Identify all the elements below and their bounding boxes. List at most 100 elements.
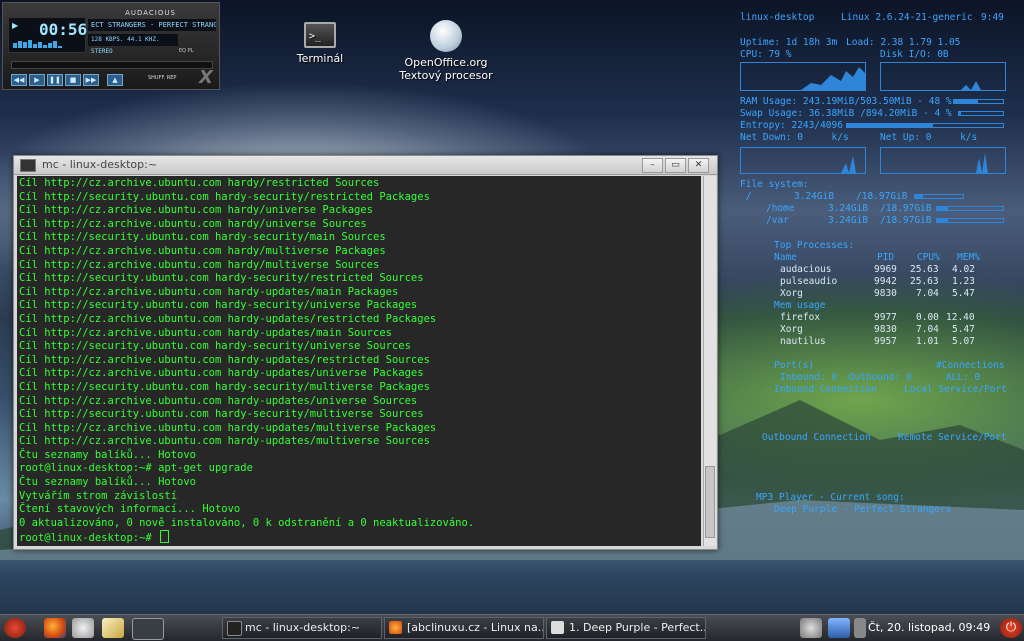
taskbar-task-firefox[interactable]: [abclinuxu.cz - Linux na... xyxy=(384,617,544,639)
disk-io-graph-plot xyxy=(881,81,1005,90)
fs-row-mount: /var xyxy=(766,215,789,226)
process-name: Xorg xyxy=(780,288,803,299)
terminal-line: Cíl http://security.ubuntu.com hardy-sec… xyxy=(19,380,430,393)
terminal-line: Cíl http://cz.archive.ubuntu.com hardy-u… xyxy=(19,353,430,366)
process-mem: 4.02 xyxy=(952,264,975,275)
process-name: pulseaudio xyxy=(780,276,838,287)
update-notifier-icon[interactable] xyxy=(854,618,866,638)
volume-icon[interactable] xyxy=(800,618,822,638)
network-icon[interactable] xyxy=(828,618,850,638)
conky-net-down: Net Down: 0 k/s xyxy=(740,132,849,143)
terminal-icon xyxy=(227,621,242,636)
disk-io-graph xyxy=(880,62,1006,91)
terminal-line: 0 aktualizováno, 0 nově instalováno, 0 k… xyxy=(19,516,475,529)
conky-hostname: linux-desktop xyxy=(740,12,815,23)
fs-row-used: 3.24GiB xyxy=(794,191,835,202)
eject-button[interactable]: ▲ xyxy=(107,74,123,86)
terminal-line: Cíl http://cz.archive.ubuntu.com hardy-u… xyxy=(19,421,437,434)
process-mem: 1.23 xyxy=(952,276,975,287)
net-down-graph xyxy=(740,147,866,174)
player-seek-bar[interactable] xyxy=(11,61,213,69)
terminal-output[interactable]: Cíl http://cz.archive.ubuntu.com hardy/r… xyxy=(17,176,701,546)
firefox-icon[interactable] xyxy=(44,618,66,638)
show-desktop-icon[interactable] xyxy=(132,618,164,640)
terminal-line: Cíl http://security.ubuntu.com hardy-sec… xyxy=(19,190,430,203)
terminal-line: Cíl http://cz.archive.ubuntu.com hardy-u… xyxy=(19,285,399,298)
process-mem: 5.07 xyxy=(952,336,975,347)
desktop-icon-openoffice-writer[interactable]: OpenOffice.org Textový procesor xyxy=(396,20,496,82)
window-titlebar[interactable]: mc - linux-desktop:~ – ▭ ✕ xyxy=(14,156,717,175)
previous-button[interactable]: ◀◀ xyxy=(11,74,27,86)
desktop-icon-label: Terminál xyxy=(296,52,344,65)
play-button[interactable]: ▶ xyxy=(29,74,45,86)
pause-button[interactable]: ❚❚ xyxy=(47,74,63,86)
conky-remote-service: Remote Service/Port xyxy=(898,432,1007,443)
conky-system-monitor: linux-desktop Linux 2.6.24-21-generic 9:… xyxy=(736,8,1022,528)
firefox-icon xyxy=(389,621,402,634)
terminal-prompt: root@linux-desktop:~# xyxy=(19,532,159,545)
taskbar-task-audacious[interactable]: 1. Deep Purple - Perfect... xyxy=(546,617,706,639)
maximize-button[interactable]: ▭ xyxy=(665,158,686,173)
fs-row-total: /18.97GiB xyxy=(880,215,932,226)
fs-row-used: 3.24GiB xyxy=(828,203,869,214)
scrollbar-thumb[interactable] xyxy=(705,466,715,538)
fs-row-used: 3.24GiB xyxy=(828,215,869,226)
conky-local-service: Local Service/Port xyxy=(904,384,1007,395)
cpu-graph xyxy=(740,62,866,91)
terminal-line: Cíl http://cz.archive.ubuntu.com hardy/r… xyxy=(19,177,380,189)
terminal-line: Cíl http://security.ubuntu.com hardy-sec… xyxy=(19,299,418,312)
player-eq-pl-toggles[interactable]: EQ PL xyxy=(179,48,194,54)
terminal-prompt-line[interactable]: root@linux-desktop:~# xyxy=(19,530,699,544)
close-button[interactable]: ✕ xyxy=(688,158,709,173)
process-cpu: 1.01 xyxy=(916,336,939,347)
player-song-title: ECT STRANGERS - PERFECT STRANGE xyxy=(88,19,216,31)
conky-entropy: Entropy: 2243/4096 xyxy=(740,120,843,131)
terminal-line: Čtu seznamy balíků... Hotovo xyxy=(19,476,197,489)
conky-mp3-label: MP3 Player - Current song: xyxy=(756,492,905,503)
conky-top-header: Top Processes: xyxy=(774,240,855,251)
power-icon[interactable]: ⏻ xyxy=(1000,618,1022,638)
task-label: mc - linux-desktop:~ xyxy=(245,621,361,634)
desktop-icon-terminal[interactable]: >_ Terminál xyxy=(288,22,352,65)
desktop-icon-label: OpenOffice.org Textový procesor xyxy=(399,56,493,82)
spectrum-visualizer xyxy=(13,40,79,48)
terminal-line: Cíl http://security.ubuntu.com hardy-sec… xyxy=(19,408,424,421)
window-title: mc - linux-desktop:~ xyxy=(42,158,158,171)
process-pid: 9830 xyxy=(874,288,897,299)
text-editor-icon[interactable] xyxy=(102,618,124,638)
shuffle-repeat-toggles[interactable]: SHUFF. REP xyxy=(148,75,176,81)
start-menu-icon[interactable] xyxy=(4,618,26,638)
conky-kernel: Linux 2.6.24-21-generic xyxy=(841,12,973,23)
terminal-line: Cíl http://cz.archive.ubuntu.com hardy/u… xyxy=(19,204,374,217)
terminal-line: Cíl http://cz.archive.ubuntu.com hardy-u… xyxy=(19,435,430,448)
minimize-button[interactable]: – xyxy=(642,158,663,173)
next-button[interactable]: ▶▶ xyxy=(83,74,99,86)
process-pid: 9977 xyxy=(874,312,897,323)
terminal-cursor xyxy=(160,530,170,544)
taskbar-task-terminal[interactable]: mc - linux-desktop:~ xyxy=(222,617,382,639)
process-cpu: 0.00 xyxy=(916,312,939,323)
conky-inbound-summary: Inbound: 0 Outbound: 0 ALL: 0 xyxy=(780,372,981,383)
audacious-player[interactable]: AUDACIOUS ▶ 00:56 ECT STRANGERS - PERFEC… xyxy=(2,2,220,90)
conky-disk-io: Disk I/O: 0B xyxy=(880,49,949,60)
terminal-window[interactable]: mc - linux-desktop:~ – ▭ ✕ Cíl http://cz… xyxy=(13,155,718,550)
conky-inbound-connection: Inbound Connection xyxy=(774,384,877,395)
terminal-scrollbar[interactable] xyxy=(703,176,716,546)
player-stream-info: 128 KBPS. 44.1 KHZ. STEREO xyxy=(88,34,178,55)
taskbar-clock[interactable]: Čt, 20. listopad, 09:49 xyxy=(868,615,990,641)
player-time: 00:56 xyxy=(39,20,88,39)
terminal-icon: >_ xyxy=(304,22,336,48)
terminal-line: Cíl http://security.ubuntu.com hardy-sec… xyxy=(19,231,386,244)
evolution-icon[interactable] xyxy=(72,618,94,638)
conky-cpu: CPU: 79 % xyxy=(740,49,792,60)
process-name: nautilus xyxy=(780,336,826,347)
player-controls: ◀◀ ▶ ❚❚ ■ ▶▶ ▲ xyxy=(11,74,123,86)
terminal-line: Čtu seznamy balíků... Hotovo xyxy=(19,448,197,461)
stop-button[interactable]: ■ xyxy=(65,74,81,86)
process-name: Xorg xyxy=(780,324,803,335)
terminal-line: Cíl http://security.ubuntu.com hardy-sec… xyxy=(19,340,411,353)
conky-outbound-connection: Outbound Connection xyxy=(762,432,871,443)
process-cpu: 7.04 xyxy=(916,324,939,335)
fs-usage-bar xyxy=(936,206,1004,211)
task-label: 1. Deep Purple - Perfect... xyxy=(569,621,706,634)
